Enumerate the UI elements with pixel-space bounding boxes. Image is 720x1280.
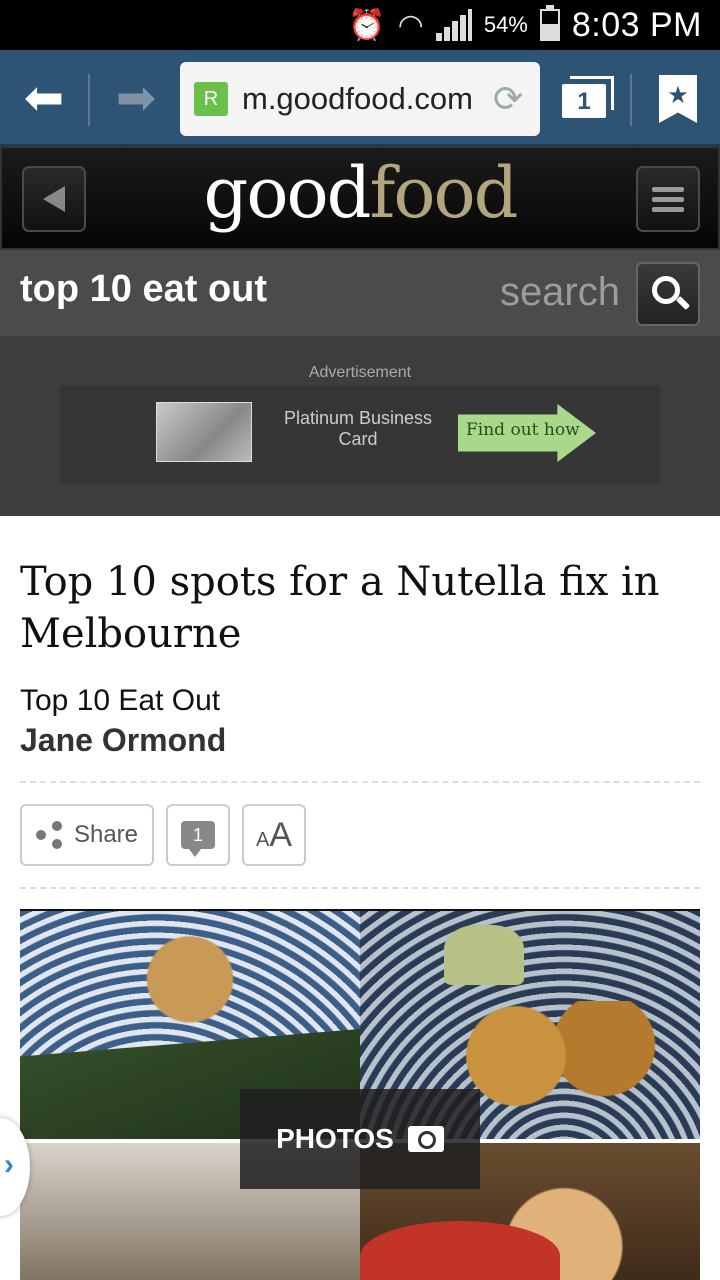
- section-bar: top 10 eat out search: [0, 250, 720, 336]
- clock: 8:03 PM: [571, 5, 702, 44]
- comments-button[interactable]: 1: [166, 804, 230, 866]
- article-category[interactable]: Top 10 Eat Out: [20, 684, 700, 718]
- article-headline: Top 10 spots for a Nutella fix in Melbou…: [20, 559, 660, 657]
- credit-card-image: [156, 402, 252, 462]
- ad-banner[interactable]: Platinum Business Card Find out how: [60, 386, 660, 484]
- site-logo[interactable]: goodfood: [2, 152, 718, 234]
- divider: [630, 74, 632, 126]
- ad-product-text: Platinum Business Card: [283, 408, 433, 449]
- font-small-glyph: A: [255, 828, 270, 851]
- hamburger-icon: [652, 182, 684, 217]
- share-button[interactable]: Share: [20, 804, 154, 866]
- search-button[interactable]: [636, 262, 700, 326]
- photo-gallery[interactable]: PHOTOS: [20, 909, 700, 1280]
- bookmark-icon: ★: [659, 75, 697, 123]
- font-large-glyph: A: [269, 815, 293, 854]
- logo-food: food: [369, 152, 518, 234]
- photos-label: PHOTOS: [276, 1123, 394, 1154]
- forward-arrow-icon[interactable]: ➡: [92, 50, 180, 146]
- divider: [20, 887, 700, 889]
- alarm-icon: ⏰: [348, 8, 386, 42]
- share-label: Share: [73, 821, 139, 848]
- article-author[interactable]: Jane Ormond: [20, 722, 700, 759]
- bookmark-button[interactable]: ★: [640, 68, 716, 130]
- browser-toolbar: ⬅ ➡ R m.goodfood.com ⟳ 1 ★: [0, 50, 720, 146]
- chevron-right-icon: ›: [4, 1148, 14, 1181]
- tab-count: 1: [562, 84, 606, 118]
- search-input[interactable]: search: [500, 270, 620, 315]
- site-header: goodfood: [0, 146, 720, 250]
- tabs-button[interactable]: 1: [556, 72, 616, 128]
- menu-button[interactable]: [636, 166, 700, 232]
- photos-button[interactable]: PHOTOS: [240, 1089, 480, 1189]
- article: Top 10 spots for a Nutella fix in Melbou…: [0, 556, 720, 1280]
- url-bar[interactable]: R m.goodfood.com ⟳: [180, 62, 540, 136]
- ad-cta-text: Find out how: [466, 420, 580, 440]
- url-text[interactable]: m.goodfood.com: [242, 81, 487, 117]
- signal-icon: [435, 9, 472, 41]
- battery-percent: 54%: [483, 12, 528, 37]
- camera-icon: [407, 1126, 444, 1152]
- wifi-icon: ◠: [397, 8, 424, 42]
- ad-label: Advertisement: [308, 364, 412, 381]
- ad-cta-arrow[interactable]: Find out how: [458, 404, 596, 462]
- ad-area: Advertisement Platinum Business Card Fin…: [0, 336, 720, 516]
- status-bar: ⏰ ◠ 54% 8:03 PM: [0, 0, 720, 50]
- share-icon: [35, 821, 64, 849]
- font-size-button[interactable]: A A: [242, 804, 306, 866]
- comment-icon: 1: [181, 821, 215, 857]
- site-favicon-icon: R: [194, 82, 228, 116]
- divider: [88, 74, 90, 126]
- section-title[interactable]: top 10 eat out: [20, 268, 267, 311]
- battery-icon: [539, 5, 560, 41]
- back-arrow-icon[interactable]: ⬅: [0, 50, 88, 146]
- logo-good: good: [203, 152, 372, 234]
- reload-icon[interactable]: ⟳: [493, 78, 523, 120]
- article-actions: Share 1 A A: [20, 783, 700, 887]
